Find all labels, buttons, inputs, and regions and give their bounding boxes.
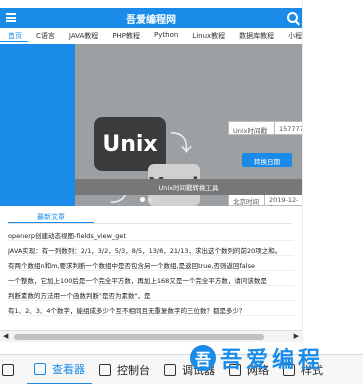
inspector-icon: [34, 362, 46, 375]
unix-logo-tile: Unix: [94, 117, 166, 171]
tab-network-label: 网络: [247, 363, 269, 377]
browser-page: 吾爱编程网 首页 C语言 JAVA教程 PHP教程 Python Linux教程…: [0, 0, 363, 384]
unix-timestamp-label: Unix时间戳: [228, 121, 276, 135]
list-item[interactable]: 判断素数的方法用一个函数判断"是否为素数"，是: [8, 286, 294, 301]
nav-item-miniapp[interactable]: 小程序: [280, 28, 302, 42]
nav-item-python[interactable]: Python: [146, 28, 184, 42]
unix-timestamp-input[interactable]: 1577775: [274, 121, 302, 135]
nav-item-database[interactable]: 数据库教程: [231, 28, 280, 42]
network-icon: [229, 363, 241, 376]
devtools-toolbar: 查看器 控制台 调试器 网络 样式: [0, 354, 363, 384]
site-header: 吾爱编程网: [0, 8, 302, 28]
list-item[interactable]: openerp创建动态视图-fields_view_get: [8, 226, 294, 241]
nav-item-home[interactable]: 首页: [0, 28, 28, 42]
list-item[interactable]: JAVA实现：有一列数列：2/1，3/2，5/3，8/5，13/8，21/13，…: [8, 241, 294, 256]
convert-date-button[interactable]: 转换日期: [242, 153, 292, 167]
tab-debugger[interactable]: 调试器: [157, 355, 222, 384]
banner-caption: Unix时间戳转换工具: [158, 184, 219, 192]
console-icon: [99, 363, 111, 376]
carousel-dot[interactable]: [140, 197, 145, 202]
tab-style-label: 样式: [301, 363, 323, 377]
banner-side-bar: [0, 44, 75, 206]
site-title: 吾爱编程网: [126, 15, 176, 26]
list-item[interactable]: 有1、2、3、4个数字，能组成多少个互不相同且无重复数字的三位数？都是多少？: [8, 301, 294, 316]
viewport-margin: [302, 0, 363, 344]
nav-item-php[interactable]: PHP教程: [104, 28, 146, 42]
section-divider: [8, 223, 292, 224]
scroll-right-arrow-icon[interactable]: ▶: [294, 332, 299, 340]
latest-articles-heading[interactable]: 最新文章: [8, 210, 94, 223]
list-item[interactable]: 有两个数组n和m,要求判断一个数组中是否包含另一个数组,是返回true,否则返回…: [8, 256, 294, 271]
tab-inspector-label: 查看器: [52, 362, 85, 376]
element-picker-icon[interactable]: [2, 363, 14, 376]
tab-network[interactable]: 网络: [222, 355, 276, 384]
scroll-left-arrow-icon[interactable]: ◀: [3, 332, 8, 340]
article-list: openerp创建动态视图-fields_view_get JAVA实现：有一列…: [8, 226, 294, 316]
debugger-icon: [164, 363, 176, 376]
tab-inspector[interactable]: 查看器: [27, 355, 92, 384]
tab-style-editor[interactable]: 样式: [276, 355, 330, 384]
tab-console-label: 控制台: [117, 363, 150, 377]
devtools-picker-tab[interactable]: [0, 355, 27, 384]
carousel-dot[interactable]: [148, 197, 153, 202]
nav-item-c[interactable]: C语言: [28, 28, 61, 42]
category-nav: 首页 C语言 JAVA教程 PHP教程 Python Linux教程 数据库教程…: [0, 28, 302, 42]
list-item[interactable]: 一个整数，它加上100后是一个完全平方数，再加上168又是一个完全平方数，请问该…: [8, 271, 294, 286]
tab-console[interactable]: 控制台: [92, 355, 157, 384]
nav-item-java[interactable]: JAVA教程: [61, 28, 104, 42]
style-icon: [283, 363, 295, 376]
tab-debugger-label: 调试器: [182, 363, 215, 377]
curved-arrow-icon: ⤵: [170, 132, 193, 157]
carousel-dots[interactable]: [140, 197, 153, 202]
search-icon[interactable]: [287, 12, 298, 23]
nav-item-linux[interactable]: Linux教程: [184, 28, 231, 42]
horizontal-scrollbar[interactable]: ◀ ▶: [0, 330, 302, 342]
scrollbar-thumb[interactable]: [14, 334, 264, 340]
